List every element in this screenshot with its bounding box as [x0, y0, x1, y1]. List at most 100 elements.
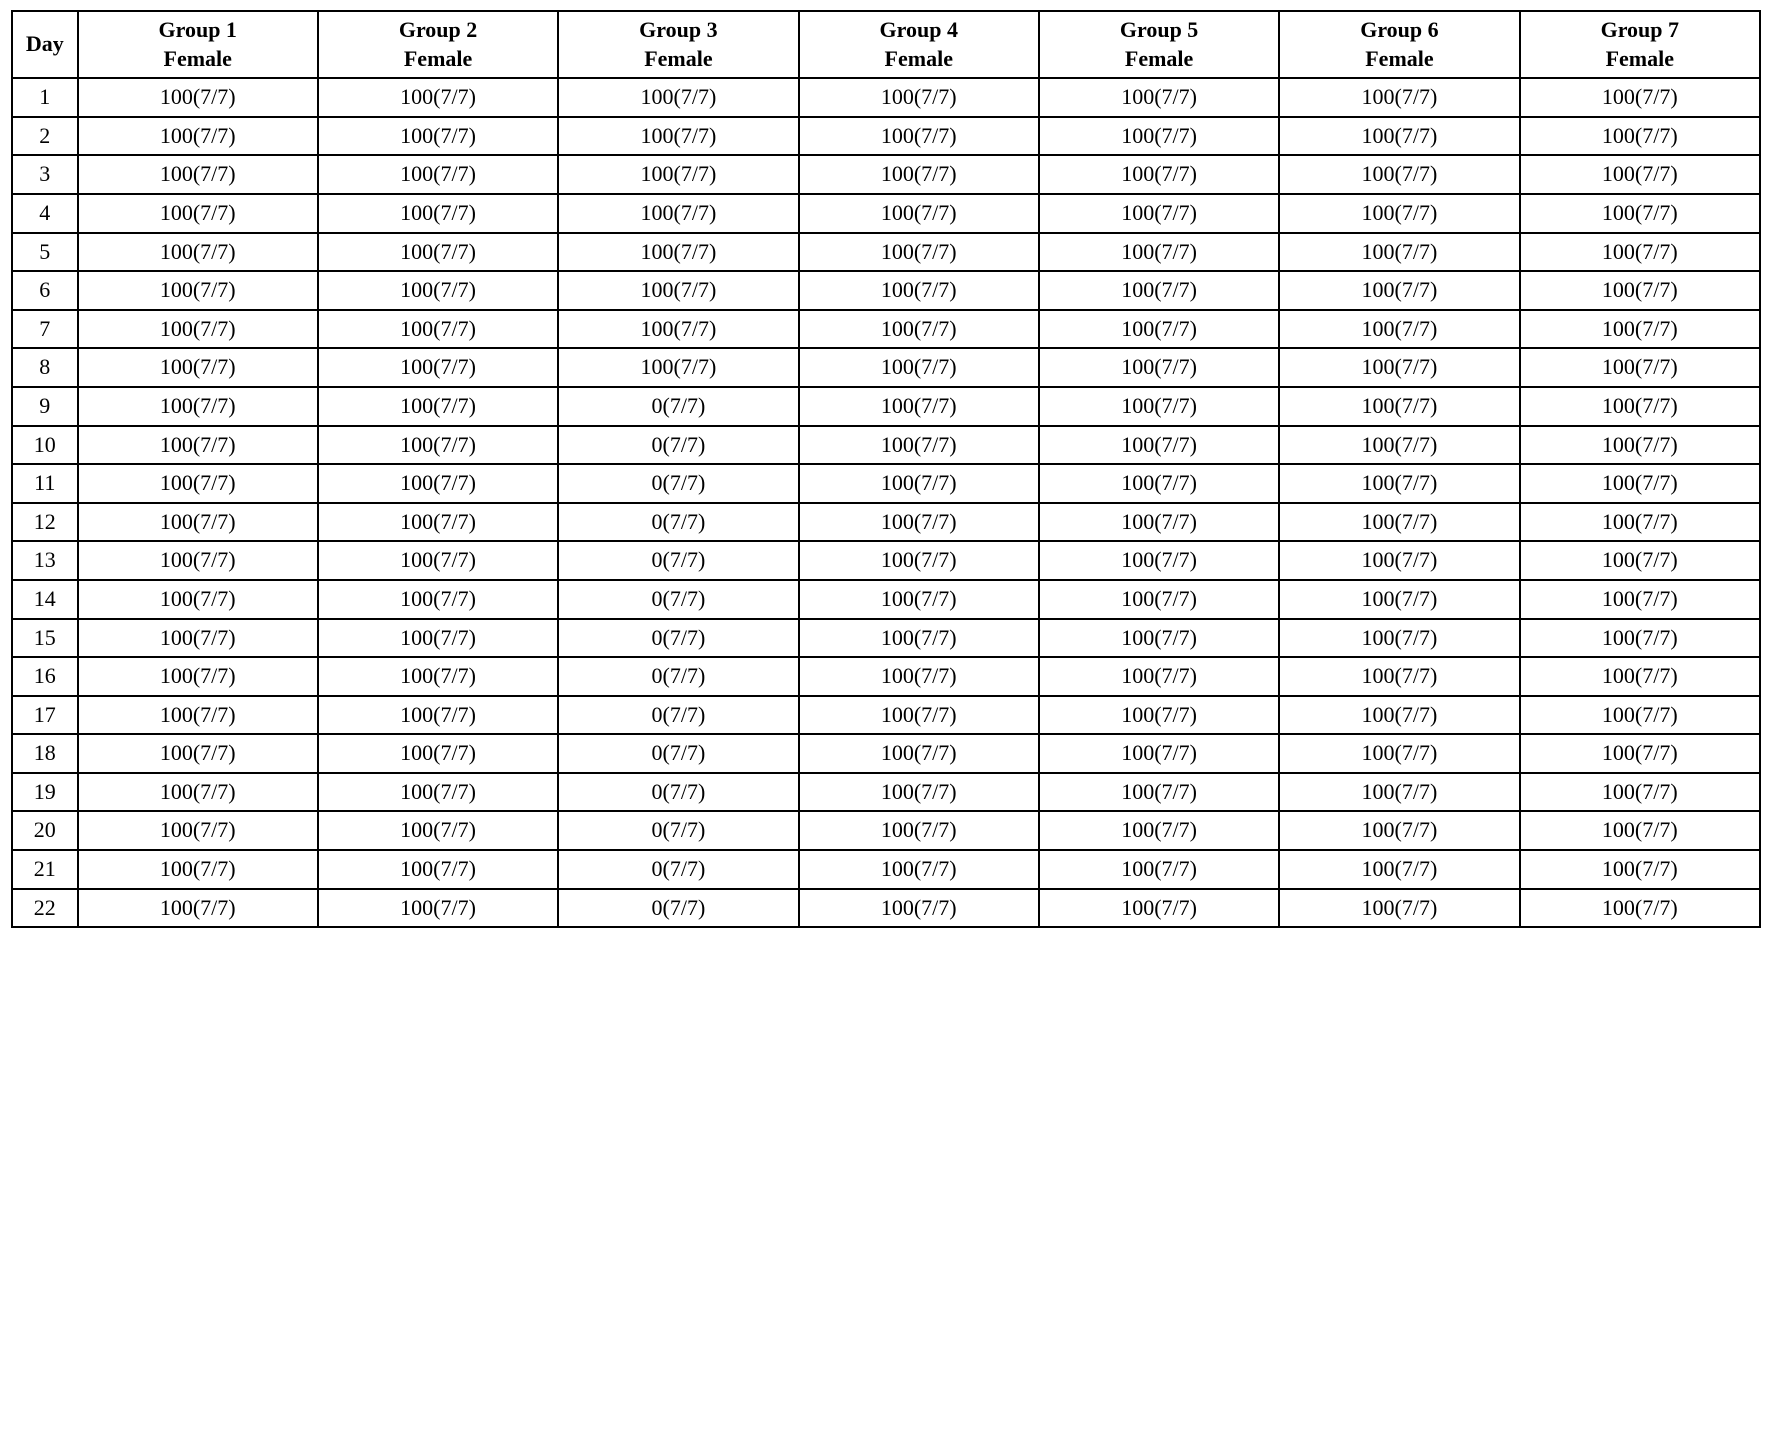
cell-g4: 100(7/7) — [799, 503, 1039, 542]
cell-g6: 100(7/7) — [1279, 734, 1519, 773]
cell-g7: 100(7/7) — [1520, 657, 1760, 696]
table-row: 1100(7/7)100(7/7)100(7/7)100(7/7)100(7/7… — [12, 78, 1760, 117]
cell-g2: 100(7/7) — [318, 426, 558, 465]
col-header-group2: Group 2Female — [318, 11, 558, 78]
cell-g5: 100(7/7) — [1039, 889, 1279, 928]
cell-g1: 100(7/7) — [78, 233, 318, 272]
cell-g4: 100(7/7) — [799, 271, 1039, 310]
table-row: 9100(7/7)100(7/7)0(7/7)100(7/7)100(7/7)1… — [12, 387, 1760, 426]
cell-g5: 100(7/7) — [1039, 155, 1279, 194]
cell-g7: 100(7/7) — [1520, 734, 1760, 773]
cell-g6: 100(7/7) — [1279, 271, 1519, 310]
table-row: 7100(7/7)100(7/7)100(7/7)100(7/7)100(7/7… — [12, 310, 1760, 349]
table-row: 3100(7/7)100(7/7)100(7/7)100(7/7)100(7/7… — [12, 155, 1760, 194]
cell-g2: 100(7/7) — [318, 811, 558, 850]
cell-g7: 100(7/7) — [1520, 426, 1760, 465]
cell-g3: 100(7/7) — [558, 117, 798, 156]
cell-g7: 100(7/7) — [1520, 310, 1760, 349]
cell-g3: 0(7/7) — [558, 387, 798, 426]
cell-g7: 100(7/7) — [1520, 541, 1760, 580]
cell-g6: 100(7/7) — [1279, 696, 1519, 735]
cell-g2: 100(7/7) — [318, 155, 558, 194]
cell-g3: 0(7/7) — [558, 889, 798, 928]
cell-day: 16 — [12, 657, 78, 696]
cell-g3: 100(7/7) — [558, 310, 798, 349]
cell-g3: 100(7/7) — [558, 194, 798, 233]
cell-g6: 100(7/7) — [1279, 503, 1519, 542]
cell-day: 5 — [12, 233, 78, 272]
cell-g4: 100(7/7) — [799, 541, 1039, 580]
cell-g6: 100(7/7) — [1279, 850, 1519, 889]
cell-g5: 100(7/7) — [1039, 348, 1279, 387]
cell-day: 9 — [12, 387, 78, 426]
table-row: 12100(7/7)100(7/7)0(7/7)100(7/7)100(7/7)… — [12, 503, 1760, 542]
cell-g1: 100(7/7) — [78, 850, 318, 889]
cell-day: 11 — [12, 464, 78, 503]
col-header-group5: Group 5Female — [1039, 11, 1279, 78]
cell-g2: 100(7/7) — [318, 541, 558, 580]
cell-g6: 100(7/7) — [1279, 78, 1519, 117]
cell-day: 15 — [12, 619, 78, 658]
cell-g5: 100(7/7) — [1039, 696, 1279, 735]
cell-g4: 100(7/7) — [799, 78, 1039, 117]
cell-g6: 100(7/7) — [1279, 811, 1519, 850]
table-row: 8100(7/7)100(7/7)100(7/7)100(7/7)100(7/7… — [12, 348, 1760, 387]
table-row: 21100(7/7)100(7/7)0(7/7)100(7/7)100(7/7)… — [12, 850, 1760, 889]
cell-g4: 100(7/7) — [799, 889, 1039, 928]
cell-g5: 100(7/7) — [1039, 734, 1279, 773]
cell-day: 22 — [12, 889, 78, 928]
cell-g6: 100(7/7) — [1279, 155, 1519, 194]
cell-g2: 100(7/7) — [318, 233, 558, 272]
cell-g5: 100(7/7) — [1039, 310, 1279, 349]
cell-g1: 100(7/7) — [78, 773, 318, 812]
cell-g1: 100(7/7) — [78, 117, 318, 156]
table-row: 13100(7/7)100(7/7)0(7/7)100(7/7)100(7/7)… — [12, 541, 1760, 580]
cell-g5: 100(7/7) — [1039, 78, 1279, 117]
cell-g5: 100(7/7) — [1039, 271, 1279, 310]
cell-g4: 100(7/7) — [799, 464, 1039, 503]
cell-g5: 100(7/7) — [1039, 194, 1279, 233]
col-header-group1: Group 1Female — [78, 11, 318, 78]
cell-g6: 100(7/7) — [1279, 773, 1519, 812]
cell-g7: 100(7/7) — [1520, 889, 1760, 928]
cell-g1: 100(7/7) — [78, 348, 318, 387]
cell-day: 3 — [12, 155, 78, 194]
cell-g1: 100(7/7) — [78, 310, 318, 349]
cell-g4: 100(7/7) — [799, 117, 1039, 156]
cell-g7: 100(7/7) — [1520, 696, 1760, 735]
cell-g3: 100(7/7) — [558, 271, 798, 310]
cell-g2: 100(7/7) — [318, 619, 558, 658]
cell-g6: 100(7/7) — [1279, 541, 1519, 580]
cell-g6: 100(7/7) — [1279, 387, 1519, 426]
cell-g1: 100(7/7) — [78, 696, 318, 735]
data-table: Day Group 1Female Group 2Female Group 3F… — [11, 10, 1761, 928]
col-header-group4: Group 4Female — [799, 11, 1039, 78]
cell-g2: 100(7/7) — [318, 657, 558, 696]
cell-day: 18 — [12, 734, 78, 773]
cell-g7: 100(7/7) — [1520, 271, 1760, 310]
cell-g1: 100(7/7) — [78, 155, 318, 194]
cell-g7: 100(7/7) — [1520, 117, 1760, 156]
cell-g3: 0(7/7) — [558, 773, 798, 812]
col-header-day: Day — [12, 11, 78, 78]
cell-day: 2 — [12, 117, 78, 156]
cell-g3: 100(7/7) — [558, 348, 798, 387]
cell-g7: 100(7/7) — [1520, 387, 1760, 426]
cell-g1: 100(7/7) — [78, 657, 318, 696]
cell-day: 20 — [12, 811, 78, 850]
cell-g5: 100(7/7) — [1039, 541, 1279, 580]
cell-g2: 100(7/7) — [318, 78, 558, 117]
col-header-group7: Group 7Female — [1520, 11, 1760, 78]
cell-g5: 100(7/7) — [1039, 580, 1279, 619]
cell-g4: 100(7/7) — [799, 194, 1039, 233]
cell-g4: 100(7/7) — [799, 619, 1039, 658]
table-row: 15100(7/7)100(7/7)0(7/7)100(7/7)100(7/7)… — [12, 619, 1760, 658]
cell-g6: 100(7/7) — [1279, 194, 1519, 233]
cell-g4: 100(7/7) — [799, 657, 1039, 696]
cell-g2: 100(7/7) — [318, 503, 558, 542]
table-row: 20100(7/7)100(7/7)0(7/7)100(7/7)100(7/7)… — [12, 811, 1760, 850]
cell-g7: 100(7/7) — [1520, 194, 1760, 233]
cell-g7: 100(7/7) — [1520, 233, 1760, 272]
cell-g4: 100(7/7) — [799, 696, 1039, 735]
cell-day: 8 — [12, 348, 78, 387]
